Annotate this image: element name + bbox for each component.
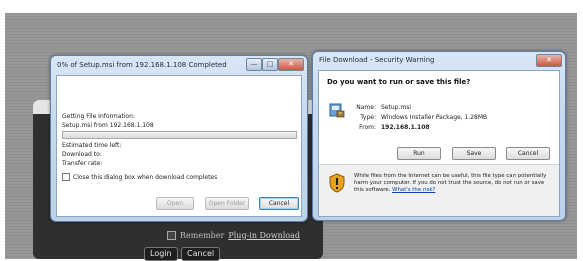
minimize-button[interactable]: — (246, 58, 262, 71)
installer-package-icon (329, 103, 345, 118)
warning-area: While files from the Internet can be use… (319, 165, 559, 216)
security-cancel-button[interactable]: Cancel (506, 147, 550, 160)
shield-warning-icon (329, 173, 345, 193)
transfer-rate-label: Transfer rate: (62, 160, 103, 167)
open-button[interactable]: Open (156, 197, 194, 210)
name-label: Name: (356, 104, 376, 111)
close-when-done-checkbox[interactable] (62, 173, 70, 181)
download-progress-bar (62, 131, 297, 139)
type-value: Windows Installer Package, 1.28MB (381, 114, 488, 121)
plugin-download-link[interactable]: Plug-in Download (228, 231, 300, 240)
from-label: From: (359, 124, 376, 131)
progress-dialog-content: Getting File Information: Setup.msi from… (56, 75, 302, 217)
close-when-done-row[interactable]: Close this dialog box when download comp… (62, 173, 217, 181)
maximize-button[interactable]: □ (262, 58, 278, 71)
remember-checkbox[interactable] (167, 230, 176, 240)
type-label: Type: (360, 114, 376, 121)
security-warning-text: While files from the Internet can be use… (354, 173, 554, 194)
download-to-label: Download to: (62, 151, 102, 158)
file-source-text: Setup.msi from 192.168.1.108 (62, 122, 154, 129)
whats-the-risk-link[interactable]: What's the risk? (392, 187, 435, 193)
name-value: Setup.msi (381, 104, 412, 111)
run-button[interactable]: Run (397, 147, 441, 160)
close-when-done-label: Close this dialog box when download comp… (73, 173, 218, 181)
progress-dialog-title: 0% of Setup.msi from 192.168.1.108 Compl… (57, 61, 227, 69)
progress-close-button[interactable]: ✕ (278, 58, 304, 71)
security-warning-dialog: File Download - Security Warning ✕ Do yo… (312, 51, 566, 221)
security-dialog-content: Do you want to run or save this file? Na… (318, 70, 560, 217)
remember-label: Remember (180, 230, 225, 240)
open-folder-button[interactable]: Open Folder (205, 197, 249, 210)
estimated-time-label: Estimated time left: (62, 142, 122, 149)
status-text: Getting File Information: (62, 113, 135, 120)
download-progress-dialog: 0% of Setup.msi from 192.168.1.108 Compl… (50, 55, 308, 222)
warning-message: While files from the Internet can be use… (354, 173, 547, 193)
security-close-button[interactable]: ✕ (536, 54, 562, 67)
security-dialog-title: File Download - Security Warning (319, 56, 435, 64)
remember-row: Remember Plug-in Download (167, 229, 300, 241)
from-value: 192.168.1.108 (381, 124, 430, 131)
save-button[interactable]: Save (452, 147, 496, 160)
run-or-save-question: Do you want to run or save this file? (327, 78, 471, 86)
progress-cancel-button[interactable]: Cancel (259, 197, 299, 210)
